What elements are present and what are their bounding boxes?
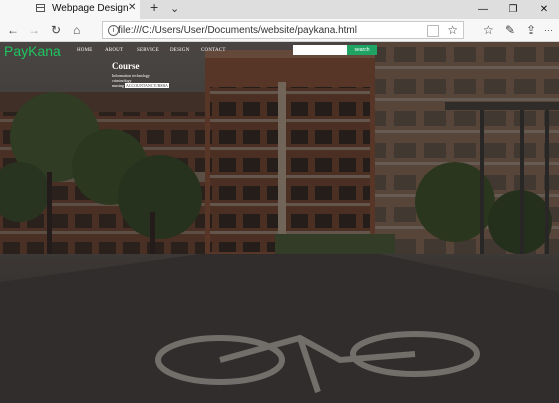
nav-about-link[interactable]: ABOUT — [105, 48, 123, 53]
reading-view-icon[interactable] — [427, 25, 439, 37]
nav-service-link[interactable]: SERVICE — [137, 48, 159, 53]
course-item: nursing ACCOUNTANCY/BSBA — [112, 83, 169, 88]
nav-design-link[interactable]: DESIGN — [170, 48, 190, 53]
background-photo — [0, 42, 559, 403]
course-badge: ACCOUNTANCY/BSBA — [125, 83, 169, 88]
tab-bar: ⇥ Webpage Design ✕ + ⌄ — ❐ ✕ — [0, 0, 559, 19]
tab-close-icon[interactable]: ✕ — [128, 2, 136, 13]
close-window-button[interactable]: ✕ — [529, 0, 559, 19]
favorite-star-icon[interactable]: ☆ — [447, 23, 458, 37]
new-tab-button[interactable]: + — [150, 0, 158, 14]
site-logo[interactable]: PayKana — [4, 43, 61, 59]
share-icon[interactable]: ⇪ — [526, 22, 536, 38]
more-menu-icon[interactable]: ··· — [544, 22, 553, 38]
course-item-label: nursing — [112, 83, 124, 88]
course-heading: Course — [112, 61, 140, 71]
nav-contact-link[interactable]: CONTACT — [201, 48, 226, 53]
webpage-viewport: PayKana HOME ABOUT SERVICE DESIGN CONTAC… — [0, 42, 559, 403]
back-button[interactable]: ← — [7, 22, 19, 38]
pen-icon[interactable]: ✎ — [505, 22, 515, 38]
page-icon — [36, 4, 45, 12]
search-input[interactable] — [293, 45, 347, 55]
favorites-hub-icon[interactable]: ☆ — [483, 22, 494, 38]
address-bar[interactable]: i file:///C:/Users/User/Documents/websit… — [102, 21, 464, 39]
tab-title: Webpage Design — [52, 3, 129, 14]
search-button[interactable]: search — [347, 45, 377, 55]
nav-home-link[interactable]: HOME — [77, 48, 93, 53]
tab-list-chevron-icon[interactable]: ⌄ — [170, 2, 179, 16]
restore-button[interactable]: ❐ — [498, 0, 528, 19]
address-text[interactable]: file:///C:/Users/User/Documents/website/… — [118, 25, 357, 36]
forward-button[interactable]: → — [28, 22, 40, 38]
navigation-bar: ← → ↻ ⌂ i file:///C:/Users/User/Document… — [0, 19, 559, 42]
home-button[interactable]: ⌂ — [73, 22, 80, 38]
refresh-button[interactable]: ↻ — [51, 22, 61, 38]
browser-tab[interactable]: Webpage Design ✕ — [0, 0, 140, 19]
minimize-button[interactable]: — — [468, 0, 498, 19]
